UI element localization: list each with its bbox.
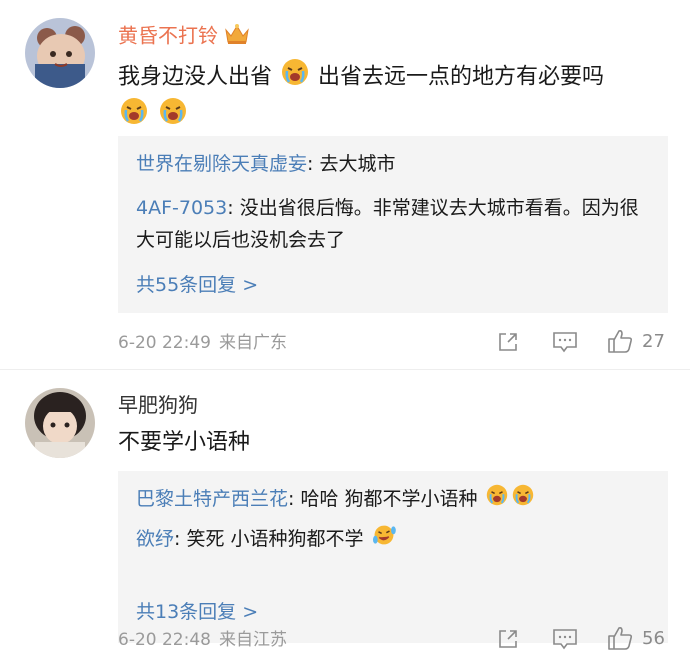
laughing-tears-emoji-icon <box>372 524 396 556</box>
comment-button[interactable] <box>552 330 578 354</box>
comment-icon <box>553 332 577 353</box>
like-button[interactable]: 56 <box>606 625 665 651</box>
reply-box: 巴黎土特产西兰花: 哈哈 狗都不学小语种 欲纾: 笑死 小语种狗都不学 共13条… <box>118 471 668 643</box>
reply-text: 笑死 小语种狗都不学 <box>186 528 364 550</box>
crying-emoji-icon <box>281 58 309 97</box>
location: 来自江苏 <box>218 630 287 650</box>
thumbs-up-icon <box>608 627 633 650</box>
share-button[interactable] <box>496 627 520 651</box>
location: 来自广东 <box>218 333 287 353</box>
username[interactable]: 黄昏不打铃 <box>118 22 250 52</box>
reply-item: 欲纾: 笑死 小语种狗都不学 <box>136 523 650 556</box>
reply-text: 哈哈 狗都不学小语种 <box>300 488 478 510</box>
reply-item: 世界在剔除天真虚妄: 去大城市 <box>136 153 396 175</box>
comment-button[interactable] <box>552 627 578 651</box>
comment-text: 不要学小语种 <box>118 430 251 455</box>
reply-box: 世界在剔除天真虚妄: 去大城市 4AF-7053: 没出省很后悔。非常建议去大城… <box>118 136 668 313</box>
crying-emoji-icon <box>486 484 508 516</box>
reply-username[interactable]: 巴黎土特产西兰花 <box>136 488 288 510</box>
avatar[interactable] <box>25 388 95 458</box>
crying-emoji-icon <box>120 97 148 136</box>
more-replies-link[interactable]: 共13条回复 > <box>136 599 258 625</box>
reply-username[interactable]: 世界在剔除天真虚妄 <box>136 153 307 175</box>
like-count: 56 <box>642 627 665 649</box>
comment-meta: 6-20 22:49 来自广东 <box>118 332 295 354</box>
share-icon <box>499 630 517 648</box>
thumbs-up-icon <box>608 330 633 353</box>
timestamp: 6-20 22:49 <box>118 333 211 353</box>
crown-icon <box>224 22 250 52</box>
comment-item: 早肥狗狗 不要学小语种 巴黎土特产西兰花: 哈哈 狗都不学小语种 欲纾: 笑死 … <box>0 370 690 671</box>
comment-meta: 6-20 22:48 来自江苏 <box>118 629 295 651</box>
reply-username[interactable]: 4AF-7053 <box>136 197 227 219</box>
timestamp: 6-20 22:48 <box>118 630 211 650</box>
more-replies-link[interactable]: 共55条回复 > <box>136 272 258 298</box>
reply-item: 4AF-7053: 没出省很后悔。非常建议去大城市看看。因为很大可能以后也没机会… <box>136 197 639 251</box>
comment-text: 我身边没人出省 出省去远一点的地方有必要吗 <box>118 58 670 136</box>
crying-emoji-icon <box>512 484 534 516</box>
share-button[interactable] <box>496 330 520 354</box>
reply-text: 去大城市 <box>319 153 396 175</box>
like-button[interactable]: 27 <box>606 328 665 354</box>
comment-icon <box>553 629 577 650</box>
avatar[interactable] <box>25 18 95 88</box>
username[interactable]: 早肥狗狗 <box>118 392 198 418</box>
like-count: 27 <box>642 330 665 352</box>
share-icon <box>499 333 517 351</box>
crying-emoji-icon <box>159 97 187 136</box>
reply-item: 巴黎土特产西兰花: 哈哈 狗都不学小语种 <box>136 483 650 516</box>
reply-username[interactable]: 欲纾 <box>136 528 174 550</box>
comment-item: 黄昏不打铃 我身边没人出省 出省去远一点的地方有必要吗 世界在剔除天真虚妄: 去… <box>0 0 690 370</box>
